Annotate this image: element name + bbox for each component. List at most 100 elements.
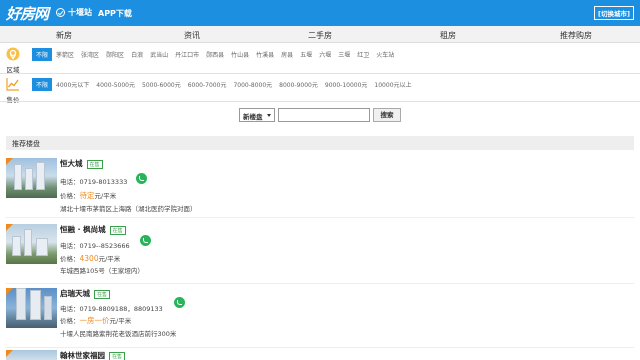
nav-recommend[interactable]: 推荐购房 xyxy=(560,30,592,41)
area-option[interactable]: 六堰 xyxy=(319,50,331,59)
area-option[interactable]: 武当山 xyxy=(150,50,168,59)
search-button[interactable]: 搜索 xyxy=(373,108,401,122)
building-shape xyxy=(25,168,33,190)
listing-phone: 电话：0719-8809188，8809133 xyxy=(60,305,163,313)
building-shape xyxy=(24,229,32,256)
listing-address: 十堰人民南路紫荆花老饭酒店前行300米 xyxy=(60,330,177,338)
listing-price-line: 价格：待定元/平米 xyxy=(60,190,116,201)
area-option-all[interactable]: 不限 xyxy=(32,48,53,61)
area-option[interactable]: 郧阳区 xyxy=(106,50,124,59)
area-options: 不限 茅箭区 张湾区 郧阳区 白浪 武当山 丹江口市 郧西县 竹山县 竹溪县 房… xyxy=(32,48,401,61)
search-input[interactable] xyxy=(278,108,370,122)
listing-thumbnail[interactable] xyxy=(6,224,57,264)
phone-icon[interactable] xyxy=(174,297,185,308)
area-option[interactable]: 丹江口市 xyxy=(175,50,199,59)
price-prefix: 价格： xyxy=(60,317,80,325)
status-badge: 在售 xyxy=(94,289,111,299)
listing-name: 恒融 · 枫尚城 xyxy=(60,225,106,234)
listing-address: 车城西路105号（王家垭内） xyxy=(60,267,144,275)
price-option[interactable]: 7000-8000元 xyxy=(233,80,272,89)
building-shape xyxy=(36,162,45,190)
area-option[interactable]: 茅箭区 xyxy=(56,50,74,59)
area-option[interactable]: 张湾区 xyxy=(81,50,99,59)
city-selector[interactable]: 十堰站 xyxy=(56,7,92,18)
phone-icon[interactable] xyxy=(136,173,147,184)
area-option[interactable]: 三堰 xyxy=(338,50,350,59)
nav-rental[interactable]: 租房 xyxy=(440,30,456,41)
area-option[interactable]: 竹溪县 xyxy=(256,50,274,59)
price-option[interactable]: 6000-7000元 xyxy=(188,80,227,89)
listing-item[interactable]: 恒大城 在售 电话：0719-8013333 价格：待定元/平米 湖北十堰市茅箭区… xyxy=(6,154,634,218)
status-badge: 在售 xyxy=(109,351,126,360)
listing-title[interactable]: 恒融 · 枫尚城 在售 xyxy=(60,224,126,235)
area-option[interactable]: 郧西县 xyxy=(206,50,224,59)
listing-thumbnail[interactable] xyxy=(6,158,57,198)
listing-title[interactable]: 启瑞天城 在售 xyxy=(60,288,111,299)
nav-new-homes[interactable]: 新房 xyxy=(56,30,72,41)
corner-tag xyxy=(6,224,13,231)
price-filter-label-wrap: 售价 xyxy=(4,77,22,104)
switch-city-link[interactable]: [切换城市] xyxy=(594,6,634,20)
location-pin-icon xyxy=(6,47,20,61)
caret-down-icon xyxy=(267,114,271,117)
phone-icon[interactable] xyxy=(140,235,151,246)
check-circle-icon xyxy=(56,8,65,17)
area-option[interactable]: 房县 xyxy=(281,50,293,59)
price-filter: 售价 不限 4000元以下 4000-5000元 5000-6000元 6000… xyxy=(0,75,640,104)
listing-title[interactable]: 恒大城 在售 xyxy=(60,158,103,169)
listing-thumbnail[interactable] xyxy=(6,288,57,328)
price-option[interactable]: 4000-5000元 xyxy=(96,80,135,89)
building-shape xyxy=(36,238,48,256)
area-option[interactable]: 火车站 xyxy=(376,50,394,59)
area-filter-label-wrap: 区域 xyxy=(4,47,22,74)
price-option[interactable]: 5000-6000元 xyxy=(142,80,181,89)
area-option[interactable]: 五堰 xyxy=(300,50,312,59)
site-logo[interactable]: 好房网 xyxy=(6,3,49,24)
listing-name: 启瑞天城 xyxy=(60,289,90,298)
nav-news[interactable]: 资讯 xyxy=(184,30,200,41)
listing-address: 湖北十堰市茅箭区上海路（湖北医药学院对面） xyxy=(60,205,197,213)
corner-tag xyxy=(6,350,13,357)
price-unit: 元/平米 xyxy=(98,255,121,263)
listing-item[interactable]: 翰林世家福园 在售 xyxy=(6,346,634,360)
divider xyxy=(0,73,640,74)
listing-item[interactable]: 启瑞天城 在售 电话：0719-8809188，8809133 价格：一房一价元/… xyxy=(6,284,634,348)
corner-tag xyxy=(6,288,13,295)
listing-name: 翰林世家福园 xyxy=(60,351,105,360)
app-download-link[interactable]: APP下载 xyxy=(98,8,132,19)
listing-price-line: 价格：一房一价元/平米 xyxy=(60,315,131,326)
main-nav: 新房 资讯 二手房 租房 推荐购房 xyxy=(0,26,640,43)
listing-thumbnail[interactable] xyxy=(6,350,57,360)
nav-second-hand[interactable]: 二手房 xyxy=(308,30,332,41)
section-header: 推荐楼盘 xyxy=(6,136,634,150)
building-shape xyxy=(14,164,22,190)
city-name: 十堰站 xyxy=(68,8,92,17)
top-bar: 好房网 十堰站 APP下载 [切换城市] xyxy=(0,0,640,26)
building-shape xyxy=(44,296,52,320)
price-option[interactable]: 9000-10000元 xyxy=(325,80,368,89)
listing-name: 恒大城 xyxy=(60,159,83,168)
property-type-select[interactable]: 新楼盘 xyxy=(239,108,275,122)
listing-phone: 电话：0719--8523666 xyxy=(60,242,130,250)
listing-price: 4300 xyxy=(79,254,99,263)
property-type-value: 新楼盘 xyxy=(243,113,263,121)
listing-price: 一房一价 xyxy=(79,316,110,325)
price-label: 售价 xyxy=(6,96,20,104)
price-option[interactable]: 8000-9000元 xyxy=(279,80,318,89)
area-option[interactable]: 白浪 xyxy=(131,50,143,59)
listing-title[interactable]: 翰林世家福园 在售 xyxy=(60,350,126,360)
divider xyxy=(0,101,640,102)
price-option[interactable]: 4000元以下 xyxy=(56,80,89,89)
price-unit: 元/平米 xyxy=(94,192,117,200)
price-option[interactable]: 10000元以上 xyxy=(374,80,411,89)
price-option-all[interactable]: 不限 xyxy=(32,78,53,91)
price-prefix: 价格： xyxy=(60,255,80,263)
corner-tag xyxy=(6,158,13,165)
area-option[interactable]: 红卫 xyxy=(357,50,369,59)
building-shape xyxy=(12,236,21,256)
building-shape xyxy=(16,288,26,320)
search-bar: 新楼盘 搜索 xyxy=(239,108,401,122)
price-options: 不限 4000元以下 4000-5000元 5000-6000元 6000-70… xyxy=(32,78,419,91)
listing-item[interactable]: 恒融 · 枫尚城 在售 电话：0719--8523666 价格：4300元/平米 … xyxy=(6,220,634,284)
area-option[interactable]: 竹山县 xyxy=(231,50,249,59)
